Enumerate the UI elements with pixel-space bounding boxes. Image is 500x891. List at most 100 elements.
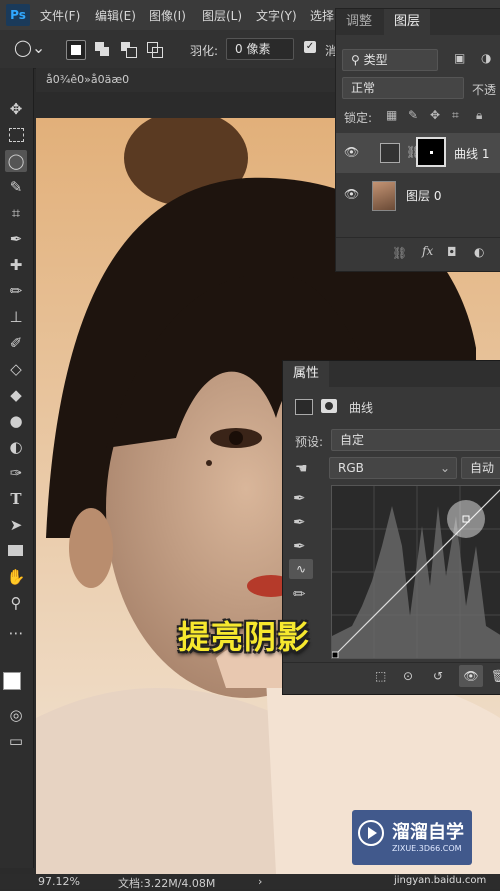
move-tool-icon[interactable]: ✥ bbox=[5, 98, 27, 120]
lock-transparent-icon[interactable]: ▦ bbox=[386, 108, 397, 122]
feather-input[interactable]: 0 像素 bbox=[226, 38, 294, 60]
marquee-tool-icon[interactable] bbox=[5, 124, 27, 146]
curves-adjustment-icon bbox=[380, 143, 400, 163]
eraser-tool-icon[interactable]: ◇ bbox=[5, 358, 27, 380]
channel-select[interactable]: RGB ⌄ bbox=[329, 457, 457, 479]
quick-mask-icon[interactable]: ◎ bbox=[5, 704, 27, 726]
clip-to-layer-icon[interactable]: ⬚ bbox=[375, 669, 386, 683]
layers-panel: 调整 图层 ⚲ 类型 ▣ ◑ 正常 不透 锁定: ▦ ✎ ✥ ⌗ 🔒︎ 👁︎ ⛓… bbox=[335, 8, 500, 272]
link-layers-icon[interactable]: ⛓︎ bbox=[392, 246, 407, 260]
opacity-label: 不透 bbox=[472, 83, 497, 97]
curves-adjustment-icon bbox=[295, 399, 313, 415]
more-tools-icon[interactable]: ⋯ bbox=[5, 622, 27, 644]
footer-watermark-url: jingyan.baidu.com bbox=[394, 875, 487, 886]
layer-filter-value: 类型 bbox=[363, 53, 388, 67]
lasso-preset-icon[interactable]: ◯⌄ bbox=[14, 38, 45, 57]
status-bar: 97.12% 文档:3.22M/4.08M › jingyan.baidu.co… bbox=[0, 874, 500, 890]
edit-curve-points-icon[interactable]: ∿ bbox=[289, 559, 313, 579]
filter-adjustment-icon[interactable]: ◑ bbox=[481, 51, 491, 65]
targeted-adjustment-hand-icon[interactable]: ☚ bbox=[295, 461, 308, 477]
screen-mode-icon[interactable]: ▭ bbox=[5, 730, 27, 752]
toggle-visibility-eye-icon[interactable]: 👁︎ bbox=[459, 665, 483, 687]
visibility-eye-icon[interactable]: 👁︎ bbox=[344, 145, 359, 159]
foreground-color-swatch[interactable] bbox=[3, 672, 21, 690]
layer-mask-thumbnail[interactable] bbox=[416, 137, 446, 167]
lasso-tool-icon[interactable]: ◯ bbox=[5, 150, 27, 172]
photoshop-logo-icon[interactable]: Ps bbox=[6, 4, 30, 26]
lock-image-icon[interactable]: ✎ bbox=[408, 108, 418, 122]
lock-label: 锁定: bbox=[344, 111, 373, 125]
layer-filter-select[interactable]: ⚲ 类型 bbox=[342, 49, 438, 71]
sample-white-point-icon[interactable]: ✒ bbox=[293, 537, 306, 555]
properties-footer: ⬚ ⊙ ↺ 👁︎ 🗑︎ bbox=[283, 662, 500, 693]
reset-icon[interactable]: ↺ bbox=[433, 669, 443, 683]
type-tool-icon[interactable]: T bbox=[5, 488, 27, 510]
status-arrow-icon[interactable]: › bbox=[258, 875, 262, 888]
view-previous-state-icon[interactable]: ⊙ bbox=[403, 669, 413, 683]
menu-file[interactable]: 文件(F) bbox=[40, 7, 80, 24]
preset-select[interactable]: 自定 bbox=[331, 429, 500, 451]
paint-bucket-tool-icon[interactable]: ◆ bbox=[5, 384, 27, 406]
search-icon: ⚲ bbox=[351, 53, 364, 67]
new-adjustment-layer-icon[interactable]: ◐ bbox=[474, 245, 484, 259]
layer-style-fx-icon[interactable]: fx bbox=[422, 244, 433, 258]
layer-name: 曲线 1 bbox=[454, 147, 490, 161]
healing-brush-tool-icon[interactable]: ✚ bbox=[5, 254, 27, 276]
menu-image[interactable]: 图像(I) bbox=[149, 7, 186, 24]
anti-alias-checkbox[interactable]: ✓ bbox=[304, 41, 316, 53]
zoom-tool-icon[interactable]: ⚲ bbox=[5, 592, 27, 614]
zoom-level[interactable]: 97.12% bbox=[38, 875, 80, 888]
add-mask-icon[interactable]: ◘ bbox=[447, 245, 457, 259]
curves-graph[interactable] bbox=[331, 485, 500, 659]
blend-mode-select[interactable]: 正常 bbox=[342, 77, 464, 99]
play-logo-icon bbox=[358, 820, 384, 846]
menu-layer[interactable]: 图层(L) bbox=[202, 7, 242, 24]
crop-tool-icon[interactable]: ⌗ bbox=[5, 202, 27, 224]
blur-tool-icon[interactable]: ● bbox=[5, 410, 27, 432]
preset-label: 预设: bbox=[295, 435, 324, 449]
chevron-down-icon: ⌄ bbox=[439, 461, 450, 475]
lock-all-icon[interactable]: 🔒︎ bbox=[476, 108, 482, 123]
auto-button[interactable]: 自动 bbox=[461, 457, 500, 479]
menu-select[interactable]: 选择 bbox=[310, 7, 334, 24]
feather-label: 羽化: bbox=[190, 44, 219, 58]
hand-tool-icon[interactable]: ✋ bbox=[5, 566, 27, 588]
add-selection-icon[interactable] bbox=[93, 40, 111, 58]
subtract-selection-icon[interactable] bbox=[119, 40, 137, 58]
pen-tool-icon[interactable]: ✑ bbox=[5, 462, 27, 484]
watermark-brand: 溜溜自学 bbox=[392, 822, 464, 843]
tab-layers[interactable]: 图层 bbox=[384, 9, 431, 35]
visibility-eye-icon[interactable]: 👁︎ bbox=[344, 187, 359, 201]
clone-stamp-tool-icon[interactable]: ⊥ bbox=[5, 306, 27, 328]
sample-black-point-icon[interactable]: ✒ bbox=[293, 489, 306, 507]
mask-icon[interactable] bbox=[321, 399, 337, 413]
filter-pixel-icon[interactable]: ▣ bbox=[454, 51, 465, 65]
lock-position-icon[interactable]: ✥ bbox=[430, 108, 440, 122]
intersect-selection-icon[interactable] bbox=[145, 40, 163, 58]
tab-properties[interactable]: 属性 bbox=[283, 361, 330, 387]
brush-tool-icon[interactable]: ✏ bbox=[5, 280, 27, 302]
new-selection-icon[interactable] bbox=[66, 40, 86, 60]
tab-adjustments[interactable]: 调整 bbox=[336, 9, 382, 35]
rectangle-tool-icon[interactable] bbox=[5, 540, 27, 562]
quick-select-tool-icon[interactable]: ✎ bbox=[5, 176, 27, 198]
layers-footer: ⛓︎ fx ◘ ◐ bbox=[336, 237, 500, 272]
sample-gray-point-icon[interactable]: ✒ bbox=[293, 513, 306, 531]
watermark-badge: 溜溜自学 ZIXUE.3D66.COM bbox=[352, 810, 472, 865]
menu-type[interactable]: 文字(Y) bbox=[256, 7, 297, 24]
lock-artboard-icon[interactable]: ⌗ bbox=[452, 108, 459, 123]
layer-row-curves[interactable]: 👁︎ ⛓︎ 曲线 1 bbox=[336, 133, 500, 173]
menu-edit[interactable]: 编辑(E) bbox=[95, 7, 136, 24]
properties-panel: 属性 曲线 预设: 自定 ☚ RGB ⌄ 自动 ✒ ✒ ✒ ∿ ✏ ⬚ ⊙ ↺ … bbox=[282, 360, 500, 695]
path-selection-tool-icon[interactable]: ➤ bbox=[5, 514, 27, 536]
video-caption: 提亮阴影 bbox=[178, 618, 311, 656]
dodge-tool-icon[interactable]: ◐ bbox=[5, 436, 27, 458]
delete-trash-icon[interactable]: 🗑︎ bbox=[491, 669, 500, 683]
eyedropper-tool-icon[interactable]: ✒ bbox=[5, 228, 27, 250]
layer-name: 图层 0 bbox=[406, 189, 442, 203]
adjustment-name: 曲线 bbox=[349, 401, 374, 415]
curves-graph-svg bbox=[331, 486, 500, 659]
draw-curve-pencil-icon[interactable]: ✏ bbox=[293, 585, 306, 603]
layer-row-base[interactable]: 👁︎ 图层 0 bbox=[336, 175, 500, 215]
history-brush-tool-icon[interactable]: ✐ bbox=[5, 332, 27, 354]
